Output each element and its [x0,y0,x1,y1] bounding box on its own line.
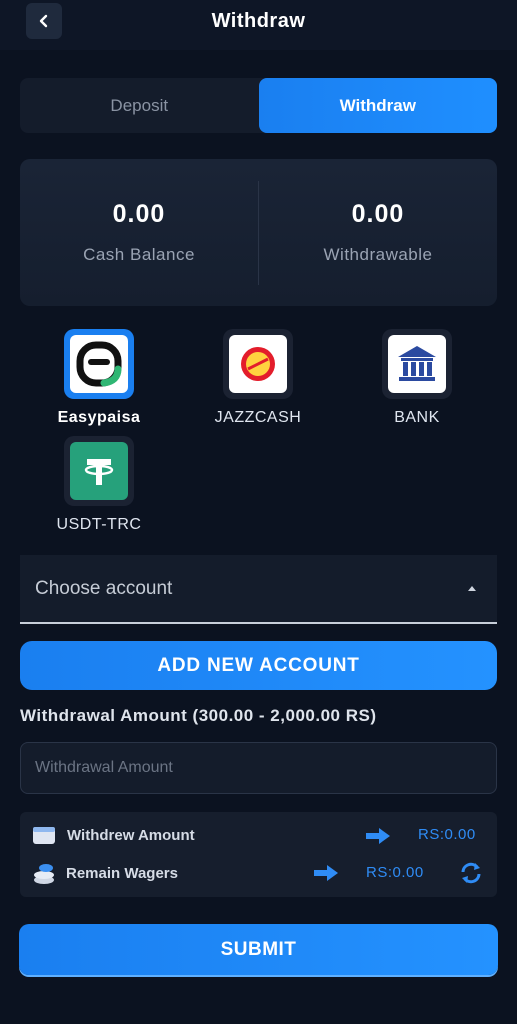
tab-withdraw[interactable]: Withdraw [258,78,497,133]
caret-up-icon [468,586,476,591]
withdrawal-amount-label: Withdrawal Amount (300.00 - 2,000.00 RS) [20,706,377,725]
tether-icon [84,459,114,485]
page-title: Withdraw [211,9,306,32]
withdraw-info-box: Withdrew Amount RS:0.00 Remain Wagers RS… [20,812,497,897]
refresh-icon[interactable] [458,860,484,886]
back-button[interactable] [26,3,62,39]
balance-card: 0.00 Cash Balance 0.00 Withdrawable [20,159,497,306]
remain-wagers-value: RS:0.00 [366,864,424,881]
add-new-account-button[interactable]: ADD NEW ACCOUNT [20,641,497,690]
cash-balance-label: Cash Balance [83,245,195,264]
bank-icon [398,346,436,381]
remain-wagers-row: Remain Wagers RS:0.00 [20,858,497,888]
submit-button[interactable]: SUBMIT [19,924,498,975]
arrow-right-icon [366,828,390,844]
arrow-right-icon [314,865,338,881]
coins-icon [34,864,54,884]
withdrew-amount-row: Withdrew Amount RS:0.00 [20,820,497,850]
withdrew-amount-value: RS:0.00 [418,826,476,843]
withdrawable-balance: 0.00 Withdrawable [259,200,497,265]
method-label: JAZZCASH [214,409,302,426]
method-jazzcash[interactable]: JAZZCASH [198,329,318,427]
header: Withdraw [0,0,517,50]
choose-account-select[interactable]: Choose account [20,555,497,624]
withdrawable-label: Withdrawable [323,245,433,264]
method-label: Easypaisa [57,409,141,426]
cash-balance-value: 0.00 [112,200,166,228]
wallet-icon [33,827,55,844]
method-bank[interactable]: BANK [357,329,477,427]
tab-deposit[interactable]: Deposit [20,78,259,133]
chevron-left-icon [39,14,48,28]
cash-balance: 0.00 Cash Balance [20,200,258,265]
easypaisa-logo-icon [76,341,122,387]
method-label: BANK [394,409,440,426]
tab-bar: Deposit Withdraw [20,78,497,133]
method-usdt-trc[interactable]: USDT-TRC [39,436,159,534]
withdrawable-value: 0.00 [351,200,405,228]
jazzcash-logo-icon [241,347,275,381]
remain-wagers-label: Remain Wagers [66,864,178,882]
withdrew-amount-label: Withdrew Amount [67,826,195,844]
withdrawal-amount-input[interactable] [20,742,497,794]
method-label: USDT-TRC [56,516,142,533]
choose-account-text: Choose account [35,577,173,599]
method-easypaisa[interactable]: Easypaisa [39,329,159,427]
